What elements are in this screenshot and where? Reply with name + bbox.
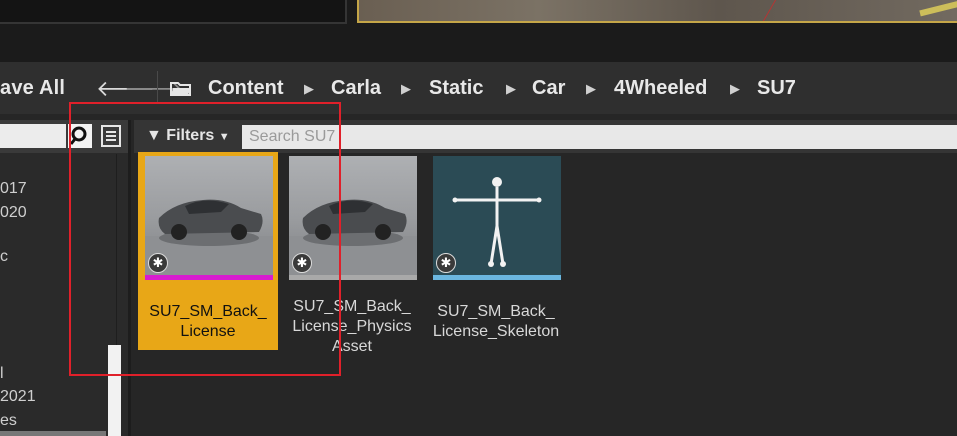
- asset-type-strip: [145, 275, 273, 280]
- asset-tile-skeleton[interactable]: ✱ SU7_SM_Back_ License_Skeleton: [426, 152, 566, 350]
- breadcrumb-car[interactable]: Car: [532, 77, 565, 100]
- tree-item[interactable]: 020: [0, 204, 27, 222]
- filter-icon: ▼: [146, 127, 162, 144]
- sources-header: [0, 120, 128, 153]
- content-browser-toolbar: ave All 🡐 🡒 Content ▶ Carla ▶ Static ▶ C…: [0, 62, 957, 114]
- breadcrumb-chevron-icon[interactable]: ▶: [586, 81, 596, 97]
- asset-tile-physics-asset[interactable]: ✱ SU7_SM_Back_ License_Physics Asset: [282, 152, 422, 351]
- toolbar-separator: [157, 71, 158, 103]
- star-icon: ✱: [292, 253, 312, 273]
- star-icon: ✱: [436, 253, 456, 273]
- folder-icon[interactable]: [170, 81, 192, 96]
- top-left-panel: [0, 0, 347, 24]
- asset-label: SU7_SM_Back_ License: [149, 303, 267, 340]
- asset-type-strip: [433, 275, 561, 280]
- filters-button[interactable]: ▼ Filters ▼: [146, 127, 230, 145]
- save-all-button[interactable]: ave All: [0, 77, 65, 100]
- breadcrumb-chevron-icon[interactable]: ▶: [304, 81, 314, 97]
- asset-thumbnail: ✱: [289, 156, 417, 280]
- breadcrumb-chevron-icon[interactable]: ▶: [730, 81, 740, 97]
- sources-scrollbar[interactable]: [108, 345, 121, 436]
- asset-label: SU7_SM_Back_ License_Physics Asset: [292, 298, 412, 351]
- sources-panel: 017 020 c l 2021 es: [0, 120, 131, 436]
- breadcrumb-4wheeled[interactable]: 4Wheeled: [614, 77, 707, 100]
- search-icon[interactable]: [68, 124, 92, 148]
- road-marking: [919, 0, 957, 17]
- breadcrumb-chevron-icon[interactable]: ▶: [506, 81, 516, 97]
- breadcrumb-carla[interactable]: Carla: [331, 77, 381, 100]
- asset-label: SU7_SM_Back_ License_Skeleton: [432, 303, 560, 340]
- breadcrumb-chevron-icon[interactable]: ▶: [401, 81, 411, 97]
- breadcrumb-static[interactable]: Static: [429, 77, 483, 100]
- filter-bar: ▼ Filters ▼: [134, 120, 957, 153]
- dropdown-arrow-icon: ▼: [218, 131, 230, 143]
- tree-item[interactable]: 2021: [0, 388, 36, 406]
- top-strip: [0, 0, 957, 62]
- tree-item[interactable]: 017: [0, 180, 27, 198]
- asset-type-strip: [289, 275, 417, 280]
- asset-thumbnail: ✱: [145, 156, 273, 280]
- asset-tile-static-mesh[interactable]: ✱ SU7_SM_Back_ License: [138, 152, 278, 350]
- sources-search-input[interactable]: [0, 124, 66, 148]
- asset-search-input[interactable]: [242, 125, 957, 149]
- tree-item[interactable]: l: [0, 365, 4, 383]
- tree-item[interactable]: c: [0, 248, 8, 266]
- level-viewport[interactable]: [357, 0, 957, 23]
- filters-label: Filters: [166, 127, 215, 144]
- breadcrumb-content[interactable]: Content: [208, 77, 284, 100]
- tree-item[interactable]: es: [0, 412, 17, 430]
- asset-thumbnail: ✱: [433, 156, 561, 280]
- sources-horizontal-scrollbar[interactable]: [0, 431, 106, 436]
- list-view-icon[interactable]: [99, 124, 123, 148]
- star-icon: ✱: [148, 253, 168, 273]
- viewport-gizmo-line: [762, 0, 817, 21]
- breadcrumb-su7[interactable]: SU7: [757, 77, 796, 100]
